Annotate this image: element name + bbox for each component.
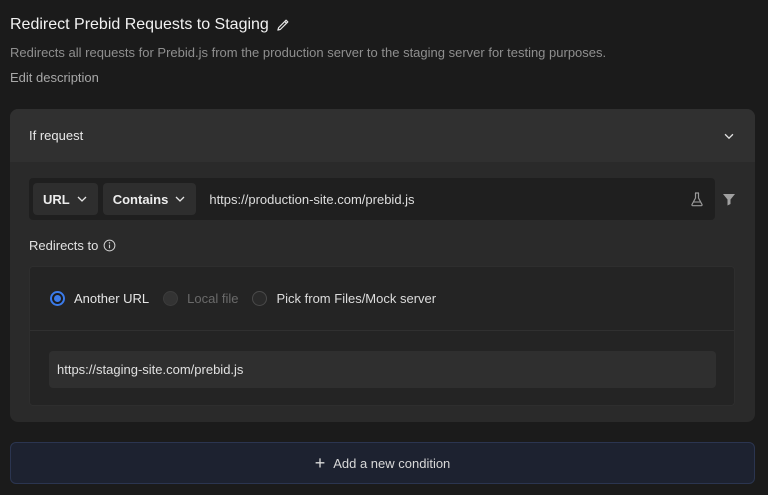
radio-indicator (252, 291, 268, 306)
add-condition-label: Add a new condition (333, 455, 451, 471)
plus-icon: + (314, 453, 326, 473)
rule-description: Redirects all requests for Prebid.js fro… (10, 40, 610, 90)
radio-label: Pick from Files/Mock server (276, 291, 437, 306)
redirects-to-text: Redirects to (29, 238, 99, 253)
pencil-icon[interactable] (276, 18, 290, 32)
redirects-to-label: Redirects to (29, 238, 116, 253)
radio-indicator (163, 291, 179, 306)
operator-value: Contains (112, 191, 169, 207)
condition-card-header[interactable]: If request (10, 109, 755, 162)
condition-card: If request URL Contains https://producti… (10, 109, 755, 422)
rule-description-text: Redirects all requests for Prebid.js fro… (10, 45, 607, 60)
flask-icon[interactable] (689, 191, 705, 207)
filter-icon[interactable] (721, 191, 737, 207)
operator-select[interactable]: Contains (102, 183, 197, 215)
source-key-value: URL (43, 191, 70, 207)
rule-title: Redirect Prebid Requests to Staging (10, 16, 269, 33)
info-icon[interactable] (103, 239, 116, 252)
if-request-label: If request (29, 128, 84, 143)
radio-indicator (50, 291, 65, 306)
radio-label: Local file (187, 291, 239, 306)
request-match-row: URL Contains https://production-site.com… (29, 178, 715, 220)
radio-another-url[interactable]: Another URL (50, 291, 149, 306)
add-condition-button[interactable]: + Add a new condition (10, 442, 755, 484)
chevron-down-icon (175, 196, 185, 202)
rule-title-row: Redirect Prebid Requests to Staging (10, 16, 290, 34)
radio-pick-from-files[interactable]: Pick from Files/Mock server (252, 291, 436, 306)
radio-local-file[interactable]: Local file (163, 291, 238, 306)
chevron-down-icon[interactable] (722, 129, 736, 143)
destination-type-radios: Another URL Local file Pick from Files/M… (30, 267, 734, 331)
destination-url-input[interactable]: https://staging-site.com/prebid.js (49, 351, 716, 388)
source-key-select[interactable]: URL (33, 183, 98, 215)
edit-description-link[interactable]: Edit description (10, 70, 99, 85)
radio-label: Another URL (74, 291, 150, 306)
redirect-destination-panel: Another URL Local file Pick from Files/M… (29, 266, 735, 406)
chevron-down-icon (77, 196, 87, 202)
source-url-input[interactable]: https://production-site.com/prebid.js (209, 192, 689, 207)
